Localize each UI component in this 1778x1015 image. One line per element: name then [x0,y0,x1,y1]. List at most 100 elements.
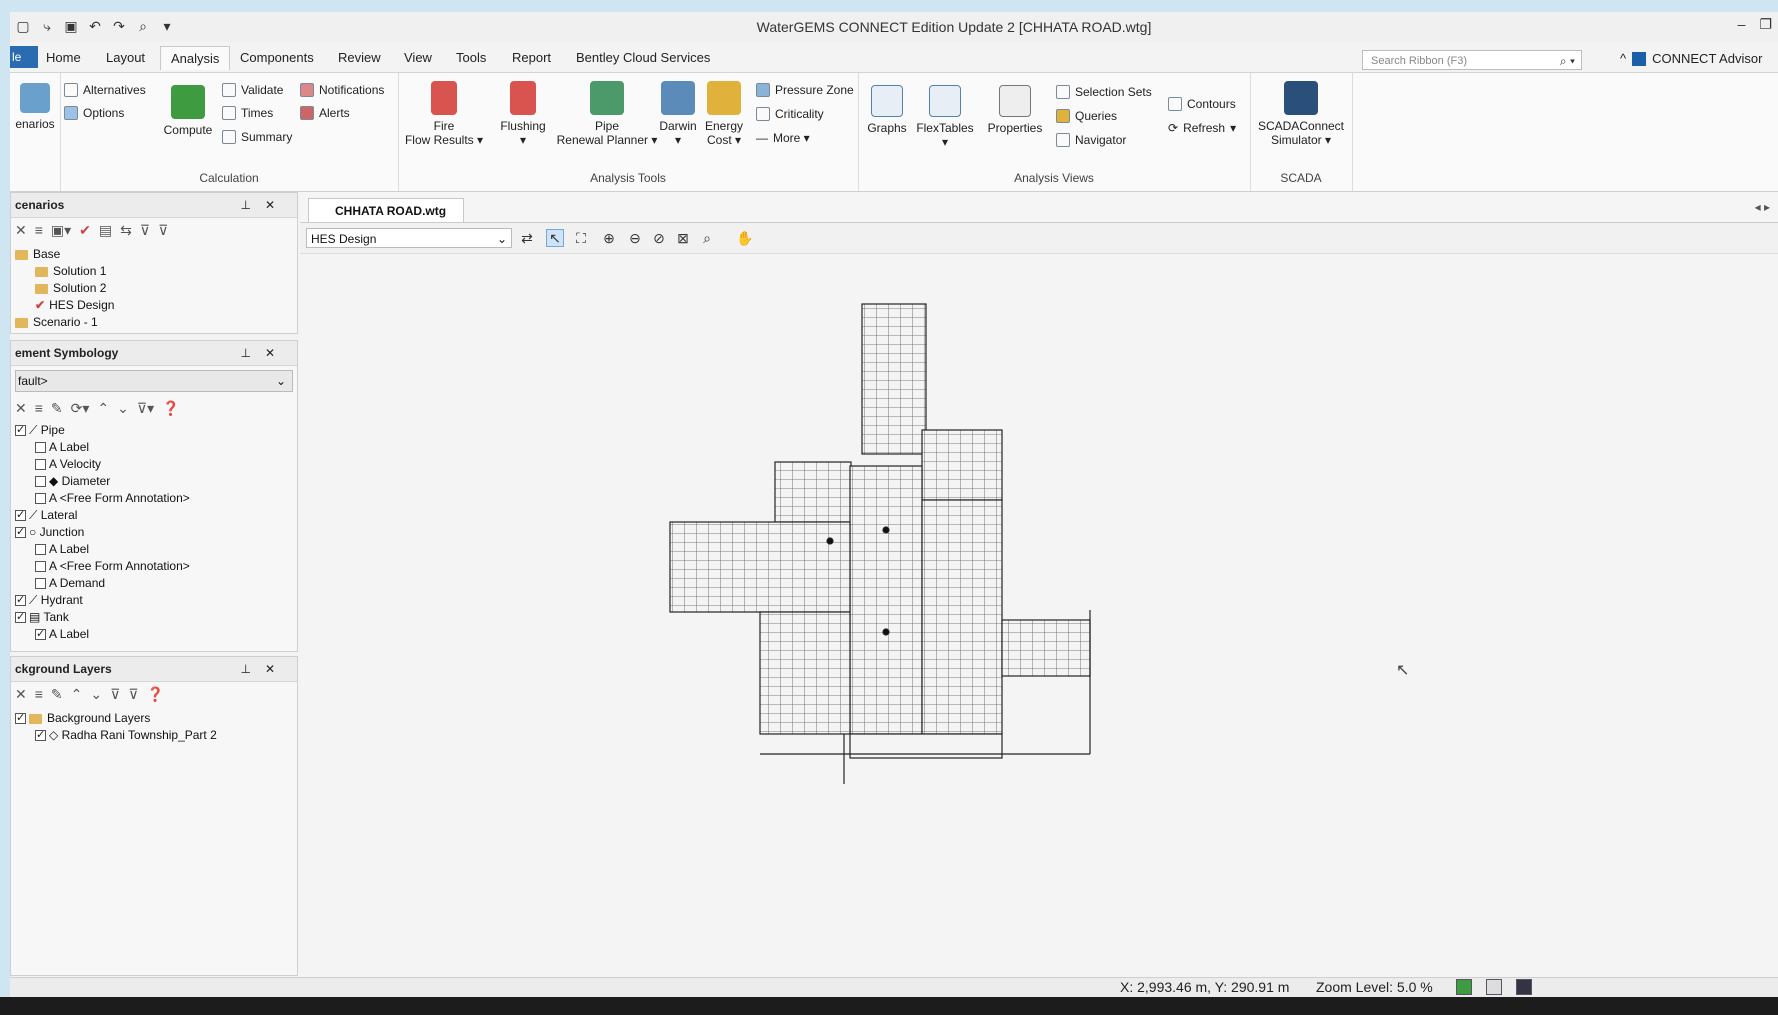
zoom-previous-icon[interactable]: ⊘ [650,229,668,247]
pressure-zone-button[interactable]: Pressure Zone [756,83,854,97]
symbology-item-diameter[interactable]: ◆ Diameter [15,473,297,490]
refresh-icon[interactable]: ⟳▾ [71,400,90,417]
properties-button[interactable]: Properties [982,85,1048,135]
checkbox[interactable] [35,459,46,471]
checkbox[interactable] [35,544,46,556]
help-icon[interactable]: ❓ [162,400,179,417]
background-item-layer[interactable]: ◇ Radha Rani Township_Part 2 [15,727,297,744]
checkbox[interactable] [15,592,26,609]
report-icon[interactable]: ▤ [99,222,112,239]
rename-icon[interactable]: ≡ [35,222,43,238]
move-down-icon[interactable]: ⌄ [117,400,129,417]
tab-layout[interactable]: Layout [106,50,145,65]
checkbox[interactable] [35,442,46,454]
symbology-item-tank[interactable]: ▤ Tank [15,609,297,626]
scenario-item-base[interactable]: Base [15,246,297,263]
checkbox[interactable] [35,561,46,573]
alternatives-button[interactable]: Alternatives [64,83,146,97]
more-button[interactable]: — More ▾ [756,131,810,145]
delete-icon[interactable]: ✕ [15,222,27,239]
symbology-item-label[interactable]: A Label [15,626,297,643]
search-icon[interactable]: ⌕ ▾ [1560,51,1575,71]
tab-view[interactable]: View [404,50,432,65]
tab-tools[interactable]: Tools [456,50,486,65]
scenario-item-hes-design[interactable]: ✔ HES Design [15,297,297,314]
refresh-button[interactable]: ⟳ Refresh ▾ [1168,121,1236,135]
tab-review[interactable]: Review [338,50,381,65]
validate-button[interactable]: Validate [222,83,283,97]
zoom-extents-icon[interactable]: ⊠ [674,229,692,247]
symbology-item-annotation[interactable]: A <Free Form Annotation> [15,558,297,575]
checkbox[interactable] [35,493,46,505]
scenario-manager-icon[interactable]: ⇄ [518,229,536,247]
collapse-ribbon-icon[interactable]: ^ [1620,51,1626,66]
criticality-button[interactable]: Criticality [756,107,824,121]
zoom-out-icon[interactable]: ⊖ [626,229,644,247]
scenarios-button[interactable]: enarios [10,83,60,131]
rename-icon[interactable]: ≡ [35,686,43,702]
energy-cost-button[interactable]: Energy Cost ▾ [696,81,752,147]
checkbox[interactable] [35,578,46,590]
symbology-item-lateral[interactable]: ⟋ Lateral [15,507,297,524]
filter-clear-icon[interactable]: ⊽ [128,686,138,703]
symbology-item-hydrant[interactable]: ⟋ Hydrant [15,592,297,609]
zoom-window-icon[interactable]: ⛶ [572,229,590,247]
scadaconnect-simulator-button[interactable]: SCADAConnect Simulator ▾ [1250,81,1352,147]
pipe-renewal-planner-button[interactable]: Pipe Renewal Planner ▾ [548,81,666,147]
tab-scroll-icon[interactable]: ◂ ▸ [1755,200,1770,214]
flextables-button[interactable]: FlexTables ▾ [912,85,978,149]
scenario-item-solution-2[interactable]: Solution 2 [15,280,297,297]
compute-status-icon[interactable] [1456,979,1472,995]
minimize-icon[interactable]: – [1738,16,1746,33]
restore-icon[interactable]: ❐ [1759,16,1772,33]
help-icon[interactable]: ❓ [147,686,164,703]
filter-clear-icon[interactable]: ⊽ [158,222,168,239]
scenario-dropdown[interactable]: HES Design ⌄ [306,228,512,248]
edit-icon[interactable]: ✎ [51,686,63,703]
compare-icon[interactable]: ⇆ [120,222,132,239]
delete-icon[interactable]: ✕ [15,400,27,417]
fire-flow-results-button[interactable]: Fire Flow Results ▾ [398,81,490,147]
pan-icon[interactable]: ✋ [736,229,754,247]
panel-pin-close-icon[interactable]: ⊥✕ [240,657,289,681]
properties-status-icon[interactable] [1486,979,1502,995]
symbology-dropdown[interactable]: fault> ⌄ [15,370,293,392]
move-down-icon[interactable]: ⌄ [90,686,102,703]
save-status-icon[interactable] [1516,979,1532,995]
summary-button[interactable]: Summary [222,130,292,144]
selection-sets-button[interactable]: Selection Sets [1056,85,1152,99]
delete-icon[interactable]: ✕ [15,686,27,703]
tab-home[interactable]: Home [46,50,81,65]
graphs-button[interactable]: Graphs [862,85,912,135]
checkbox[interactable] [15,507,26,524]
symbology-item-demand[interactable]: A Demand [15,575,297,592]
panel-pin-close-icon[interactable]: ⊥✕ [240,341,289,365]
tab-bentley-cloud[interactable]: Bentley Cloud Services [576,50,710,65]
checkbox[interactable] [15,422,26,439]
zoom-in-icon[interactable]: ⊕ [600,229,618,247]
scenario-item-scenario-1[interactable]: Scenario - 1 [15,314,297,331]
symbology-item-label[interactable]: A Label [15,541,297,558]
panel-pin-close-icon[interactable]: ⊥✕ [240,193,289,217]
symbology-item-junction[interactable]: ○ Junction [15,524,297,541]
move-up-icon[interactable]: ⌃ [71,686,83,703]
checkbox[interactable] [15,524,26,541]
navigator-button[interactable]: Navigator [1056,133,1126,147]
alerts-button[interactable]: Alerts [300,106,350,120]
drawing-canvas[interactable]: ↖ [300,254,1778,977]
options-button[interactable]: Options [64,106,124,120]
symbology-item-velocity[interactable]: A Velocity [15,456,297,473]
tab-report[interactable]: Report [512,50,551,65]
select-pointer-icon[interactable]: ↖ [546,229,564,247]
tab-analysis[interactable]: Analysis [160,46,231,70]
checkbox[interactable] [35,476,46,488]
checkbox[interactable] [35,727,46,744]
filter-icon[interactable]: ⊽▾ [137,400,154,417]
filter-icon[interactable]: ⊽ [110,686,120,703]
new-scenario-icon[interactable]: ▣▾ [51,222,71,239]
symbology-item-annotation[interactable]: A <Free Form Annotation> [15,490,297,507]
move-up-icon[interactable]: ⌃ [97,400,109,417]
document-tab[interactable]: CHHATA ROAD.wtg [308,198,464,222]
make-current-icon[interactable]: ✔ [79,222,91,239]
connect-advisor[interactable]: ^ CONNECT Advisor [1620,51,1762,66]
